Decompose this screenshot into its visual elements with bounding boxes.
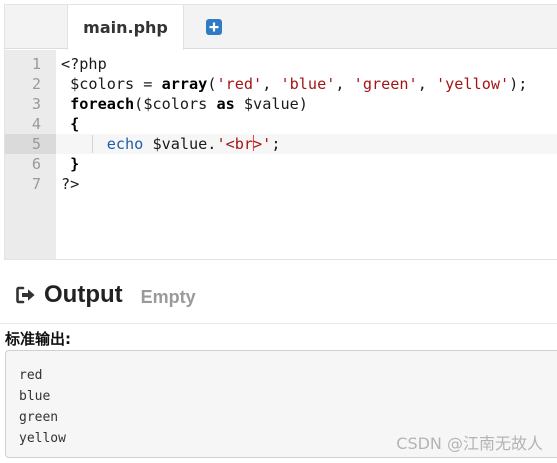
code-area[interactable]: 1 <?php 2 $colors = array('red', 'blue', '… xyxy=(5,50,557,259)
divider xyxy=(0,323,557,324)
code-token: $value. xyxy=(143,135,217,153)
output-status: Empty xyxy=(140,286,196,307)
code-token: , xyxy=(417,75,436,93)
stdout-label: 标准输出: xyxy=(5,330,71,348)
code-token: 'green' xyxy=(353,75,418,93)
code-text: { xyxy=(56,114,557,134)
code-text: $colors = array('red', 'blue', 'green', … xyxy=(56,74,557,94)
code-line[interactable]: 1 <?php xyxy=(5,54,557,74)
code-token: <?php xyxy=(61,55,107,73)
code-text: ?> xyxy=(56,174,557,194)
code-token: 'yellow' xyxy=(435,75,510,93)
line-number: 6 xyxy=(31,155,41,173)
stdout-line: red xyxy=(19,368,43,383)
tab-bar: main.php xyxy=(5,5,557,50)
code-text: <?php xyxy=(56,54,557,74)
code-token: 'blue' xyxy=(280,75,336,93)
code-token: >' xyxy=(253,135,272,153)
indent-guide xyxy=(92,135,93,153)
code-token: } xyxy=(61,155,80,173)
code-token: 'red' xyxy=(216,75,263,93)
stdout-line: blue xyxy=(19,389,51,404)
code-line[interactable]: 5 echo $value.'<br>'; xyxy=(5,134,557,154)
code-token: , xyxy=(262,75,281,93)
line-number: 4 xyxy=(31,115,41,133)
code-token: ($colors xyxy=(134,95,217,113)
code-token: { xyxy=(61,115,80,133)
line-number: 3 xyxy=(31,95,41,113)
code-token: ); xyxy=(509,75,528,93)
code-token: foreach xyxy=(70,95,135,113)
tab-label: main.php xyxy=(83,18,168,37)
sign-out-arrow-icon xyxy=(16,286,36,304)
code-line[interactable]: 2 $colors = array('red', 'blue', 'green'… xyxy=(5,74,557,94)
code-line[interactable]: 3 foreach($colors as $value) xyxy=(5,94,557,114)
output-title: Output xyxy=(44,281,123,308)
code-token: $value) xyxy=(234,95,308,113)
code-token: , xyxy=(335,75,354,93)
watermark: CSDN @江南无故人 xyxy=(396,434,543,453)
line-number: 2 xyxy=(31,75,41,93)
output-header: Output Empty xyxy=(16,280,196,310)
code-text: echo $value.'<br>'; xyxy=(56,134,557,154)
plus-square-icon[interactable] xyxy=(206,19,222,35)
code-line[interactable]: 6 } xyxy=(5,154,557,174)
line-number: 1 xyxy=(31,55,41,73)
code-token: '<br xyxy=(216,135,254,153)
code-editor: main.php 1 <?php 2 $colors = array('red', … xyxy=(4,4,557,260)
line-number: 5 xyxy=(5,134,56,154)
line-number: 7 xyxy=(31,175,41,193)
code-line[interactable]: 4 { xyxy=(5,114,557,134)
code-text: } xyxy=(56,154,557,174)
tab-main-php[interactable]: main.php xyxy=(67,5,184,50)
code-token: array xyxy=(161,75,208,93)
code-text: foreach($colors as $value) xyxy=(56,94,557,114)
code-token: $colors xyxy=(61,75,144,93)
code-line[interactable]: 7 ?> xyxy=(5,174,557,194)
code-token: ; xyxy=(271,135,281,153)
code-token: echo xyxy=(106,135,144,153)
code-token: as xyxy=(216,95,235,113)
stdout-line: green xyxy=(19,410,59,425)
code-token: ?> xyxy=(61,175,80,193)
